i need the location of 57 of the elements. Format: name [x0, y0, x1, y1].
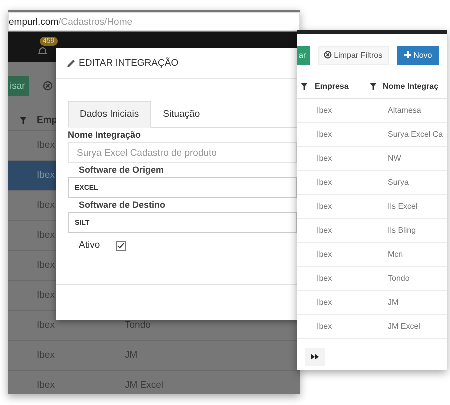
modal-title: EDITAR INTEGRAÇÃO: [79, 58, 179, 68]
table-cell: Ibex: [37, 320, 55, 331]
table-cell-text: Ibex: [317, 106, 334, 115]
clear-icon[interactable]: [43, 81, 54, 91]
table-cell: Ibex: [37, 350, 55, 361]
search-button[interactable]: isar: [8, 76, 30, 96]
table-cell-text: Ibex: [317, 250, 334, 259]
toolbar-button[interactable]: Limpar Filtros: [318, 46, 389, 64]
column-header: Empresa: [315, 82, 350, 90]
pencil-icon: [67, 58, 76, 68]
table-cell: Altamesa: [388, 106, 422, 115]
clear-icon: [324, 51, 332, 59]
fast-forward-icon: [311, 354, 319, 360]
table-cell: Ibex: [37, 380, 55, 391]
table-cell: Surya Excel Ca: [388, 130, 444, 139]
bell-icon[interactable]: [37, 46, 49, 56]
table-cell: JM Excel: [388, 322, 420, 331]
table-cell: Tondo: [388, 274, 410, 283]
tab[interactable]: Dados Iniciais: [68, 101, 152, 128]
table-cell-text: Ibex: [317, 274, 334, 283]
table-cell: Ils Excel: [388, 202, 418, 211]
filter-icon[interactable]: [370, 82, 377, 90]
table-cell: JM: [388, 298, 399, 307]
table-cell: Ibex: [37, 200, 55, 211]
field-label: Nome Integração: [68, 129, 142, 142]
table-cell: Tondo: [125, 320, 151, 331]
table-cell: Surya: [388, 178, 409, 187]
table-cell: Ibex: [37, 260, 55, 271]
toolbar-button[interactable]: Novo: [396, 46, 440, 64]
address-bar[interactable]: empurl.com/Cadastros/Home: [8, 12, 300, 31]
table-cell: Ibex: [37, 230, 55, 241]
checkbox-label: Ativo: [79, 240, 100, 251]
table-cell: Ibex: [37, 170, 55, 181]
table-cell-text: Ibex: [317, 322, 334, 331]
tab[interactable]: Situação: [151, 101, 212, 128]
table-cell: Mcn: [388, 250, 404, 259]
table-cell-text: Ibex: [317, 130, 334, 139]
table-cell-text: Ibex: [317, 178, 334, 187]
table-cell-text: Ibex: [317, 226, 334, 235]
plus-icon: [404, 51, 412, 59]
table-cell-text: Ibex: [317, 202, 334, 211]
table-cell: JM Excel: [125, 380, 164, 391]
checkbox[interactable]: [116, 240, 126, 250]
table-row[interactable]: Ibex JM Excel: [8, 371, 300, 394]
table-cell: Ibex: [37, 290, 55, 301]
toolbar-button[interactable]: ar: [297, 46, 310, 64]
table-cell-text: Ibex: [317, 154, 334, 163]
table-cell: Ils Bling: [388, 226, 416, 235]
filter-icon[interactable]: [301, 82, 308, 90]
table-cell-text: Ibex: [317, 298, 334, 307]
field-label: Software de Destino: [78, 199, 167, 212]
field-label: Software de Origem: [78, 164, 166, 177]
table-cell: Ibex: [37, 140, 55, 151]
table-cell: NW: [388, 154, 402, 163]
column-header: Nome Integraç: [383, 82, 439, 90]
last-page-button[interactable]: [305, 348, 325, 366]
table-cell: JM: [125, 350, 138, 361]
